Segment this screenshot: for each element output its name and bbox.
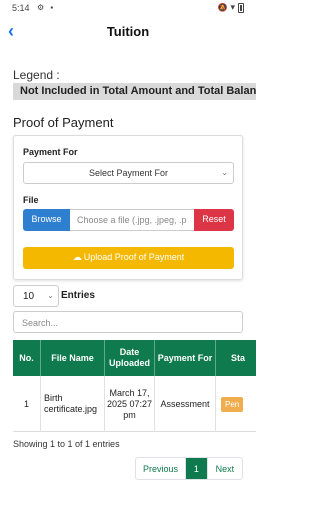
entries-select[interactable]: 10 ⌄ [13,285,59,307]
cell-status: Pen [216,376,256,432]
upload-card: Payment For Select Payment For ⌄ File Br… [13,135,243,280]
battery-icon [238,2,244,13]
browse-button[interactable]: Browse [23,209,70,231]
header-no[interactable]: No. [13,340,41,376]
entries-value: 10 [23,291,35,302]
payments-table: No. File Name Date Uploaded Payment For … [13,340,256,432]
payment-for-select[interactable]: Select Payment For ⌄ [23,162,234,184]
cell-no: 1 [13,376,41,432]
app-bar: ‹ Tuition [0,16,256,48]
previous-page-button[interactable]: Previous [136,458,187,479]
entries-label: Entries [61,290,95,301]
search-input[interactable]: Search... [13,311,243,333]
chevron-down-icon: ⌄ [47,291,54,300]
notification-icons: ⚙ ▪ [37,3,56,12]
header-status[interactable]: Sta [216,340,256,376]
mute-icon: 🔕 [217,3,228,12]
table-header: No. File Name Date Uploaded Payment For … [13,340,256,376]
payment-for-label: Payment For [23,147,78,157]
file-input[interactable]: Choose a file (.jpg, .jpeg, .p [70,209,194,231]
header-payment-for[interactable]: Payment For [155,340,216,376]
table-row: 1 Birth certificate.jpg March 17, 2025 0… [13,376,256,432]
next-page-button[interactable]: Next [206,458,242,479]
reset-button[interactable]: Reset [194,209,234,231]
header-file-name[interactable]: File Name [41,340,105,376]
status-bar: 5:14 ⚙ ▪ 🔕 ▾ [0,0,256,16]
pagination: Previous 1 Next [135,457,243,480]
legend-label: Legend : [13,68,60,82]
section-title: Proof of Payment [13,115,114,130]
cloud-upload-icon: ☁ [72,252,82,262]
cell-date: March 17, 2025 07:27 pm [105,376,155,432]
page-title: Tuition [106,24,150,39]
table-info: Showing 1 to 1 of 1 entries [13,439,120,449]
system-icons: 🔕 ▾ [217,2,244,13]
status-time: 5:14 [12,3,30,13]
legend-chip: Not Included in Total Amount and Total B… [13,83,256,100]
status-badge: Pen [221,396,244,412]
current-page-button[interactable]: 1 [186,458,207,479]
payment-for-value: Select Payment For [88,168,169,178]
upload-proof-label: Upload Proof of Payment [83,252,185,262]
file-picker: Browse Choose a file (.jpg, .jpeg, .p Re… [23,209,234,231]
header-date-uploaded[interactable]: Date Uploaded [105,340,155,376]
cell-file-name: Birth certificate.jpg [41,376,105,432]
wifi-icon: ▾ [230,2,235,12]
chevron-down-icon: ⌄ [221,168,228,177]
upload-proof-button[interactable]: ☁ Upload Proof of Payment [23,247,234,269]
cell-payment-for: Assessment [155,376,216,432]
file-label: File [23,195,39,205]
